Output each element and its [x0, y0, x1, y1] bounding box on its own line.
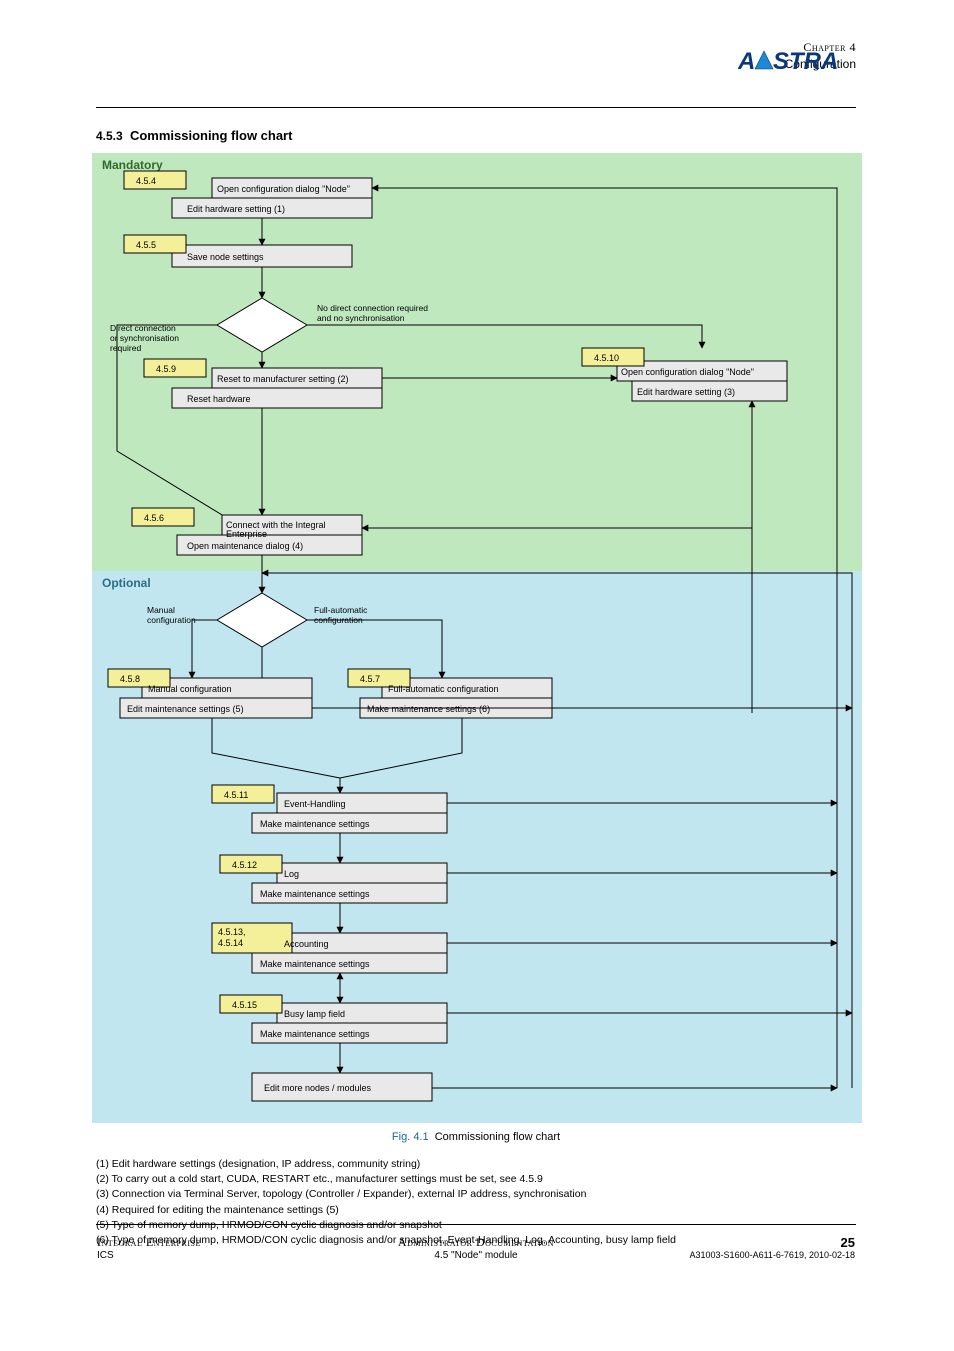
svg-text:Edit maintenance settings (5): Edit maintenance settings (5): [127, 704, 244, 714]
section-title: Commissioning flow chart: [130, 128, 293, 143]
logo-triangle-icon: [755, 51, 773, 69]
svg-text:Make maintenance settings: Make maintenance settings: [260, 819, 370, 829]
svg-text:4.5.5: 4.5.5: [136, 240, 156, 250]
flowchart-diagram: Mandatory Optional .box { fill:#e9e9e9; …: [92, 153, 862, 1123]
svg-text:4.5.7: 4.5.7: [360, 674, 380, 684]
svg-text:4.5.12: 4.5.12: [232, 860, 257, 870]
svg-text:Log: Log: [284, 869, 299, 879]
logo-suffix: STRA: [773, 48, 838, 75]
footer-divider: [96, 1224, 856, 1225]
svg-text:Open configuration dialog "Nod: Open configuration dialog "Node": [621, 367, 754, 377]
svg-text:Manual configuration: Manual configuration: [148, 684, 232, 694]
figure-caption: Fig. 4.1 Commissioning flow chart: [96, 1131, 856, 1143]
page-footer: Integral Enterprise ICS Administrator Do…: [96, 1234, 856, 1262]
region-optional-label: Optional: [102, 576, 151, 590]
svg-text:Accounting: Accounting: [284, 939, 329, 949]
svg-text:Reset to manufacturer setting: Reset to manufacturer setting (2): [217, 374, 349, 384]
svg-text:4.5.9: 4.5.9: [156, 364, 176, 374]
step-edit-more-nodes: Edit more nodes / modules: [252, 1073, 432, 1101]
svg-text:Busy lamp field: Busy lamp field: [284, 1009, 345, 1019]
logo-prefix: A: [738, 48, 755, 75]
svg-text:Make maintenance settings (6): Make maintenance settings (6): [367, 704, 490, 714]
svg-text:Event-Handling: Event-Handling: [284, 799, 346, 809]
svg-text:Edit hardware setting (3): Edit hardware setting (3): [637, 387, 735, 397]
svg-text:Make maintenance settings: Make maintenance settings: [260, 1029, 370, 1039]
svg-text:Open maintenance dialog (4): Open maintenance dialog (4): [187, 541, 303, 551]
decision2-right-label: Full-automaticconfiguration: [314, 605, 368, 625]
svg-text:4.5.14: 4.5.14: [218, 938, 243, 948]
svg-text:Enterprise: Enterprise: [226, 529, 267, 539]
svg-text:Edit hardware setting (1): Edit hardware setting (1): [187, 204, 285, 214]
page-number: 25: [606, 1235, 855, 1250]
svg-text:Reset hardware: Reset hardware: [187, 394, 251, 404]
header-divider: [96, 107, 856, 108]
svg-text:4.5.8: 4.5.8: [120, 674, 140, 684]
svg-text:4.5.13,: 4.5.13,: [218, 927, 246, 937]
svg-text:Edit more nodes / modules: Edit more nodes / modules: [264, 1083, 372, 1093]
region-optional: [92, 571, 862, 1123]
svg-text:Make maintenance settings: Make maintenance settings: [260, 889, 370, 899]
section-number: 4.5.3: [96, 129, 123, 143]
svg-text:4.5.6: 4.5.6: [144, 513, 164, 523]
brand-logo: A STRA: [738, 47, 856, 75]
svg-text:4.5.4: 4.5.4: [136, 176, 156, 186]
svg-text:4.5.10: 4.5.10: [594, 353, 619, 363]
svg-text:Save node settings: Save node settings: [187, 252, 264, 262]
svg-text:Full-automatic configuration: Full-automatic configuration: [388, 684, 499, 694]
svg-text:Open configuration dialog "Nod: Open configuration dialog "Node": [217, 184, 350, 194]
svg-text:Make maintenance settings: Make maintenance settings: [260, 959, 370, 969]
svg-text:4.5.11: 4.5.11: [224, 790, 248, 800]
svg-text:4.5.15: 4.5.15: [232, 1000, 257, 1010]
region-mandatory-label: Mandatory: [102, 158, 163, 172]
